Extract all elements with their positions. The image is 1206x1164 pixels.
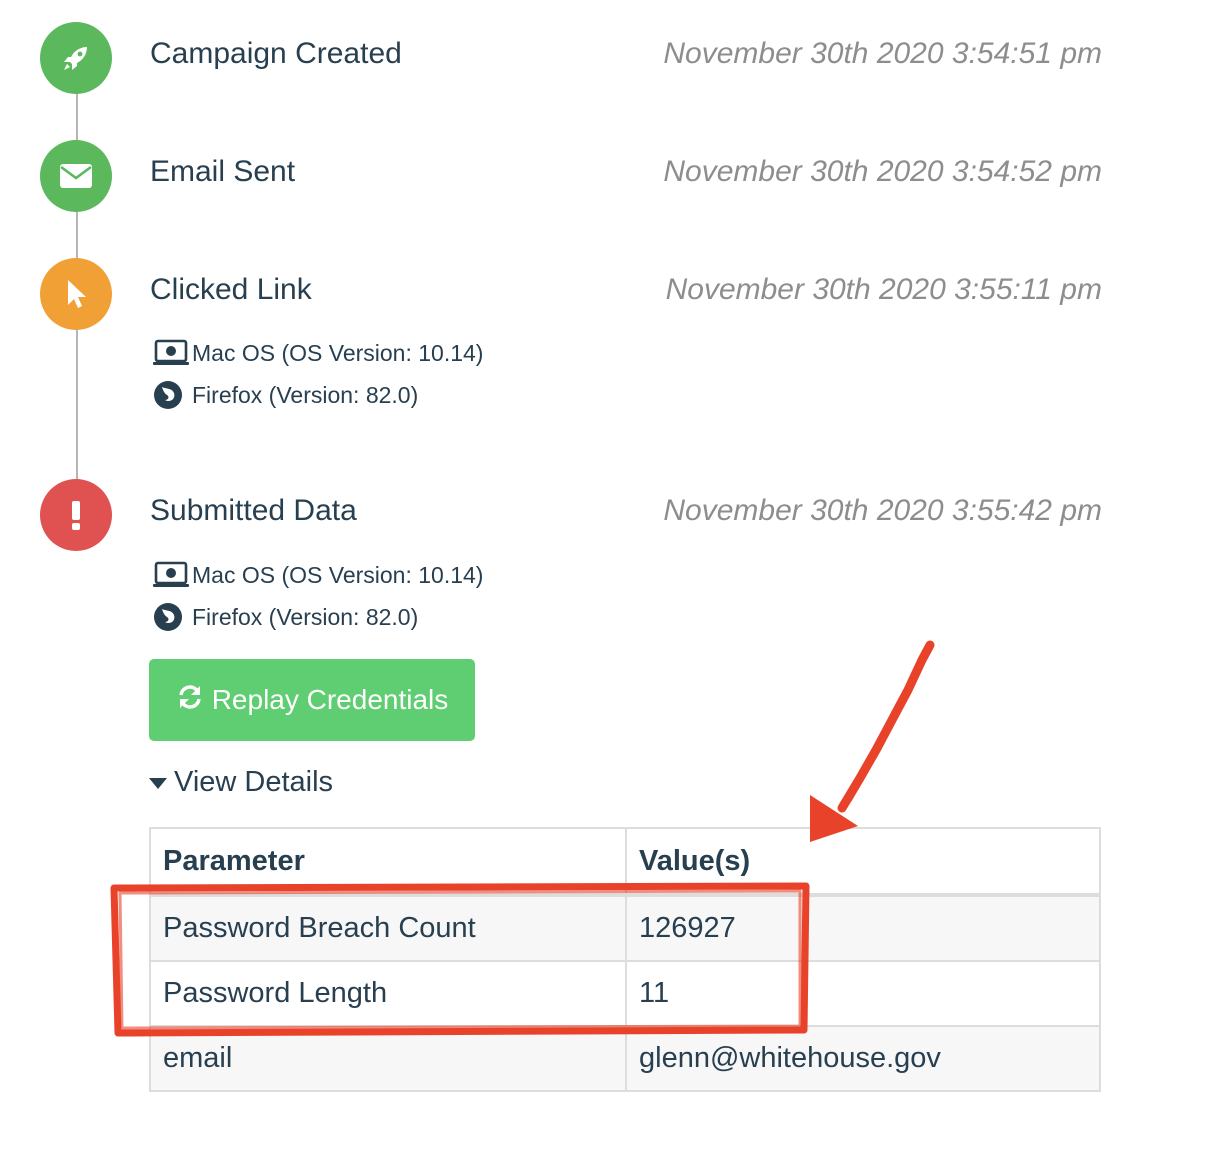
clicked-link-node	[40, 258, 112, 330]
os-label: Mac OS (OS Version: 10.14)	[192, 339, 484, 366]
exclamation-icon	[69, 499, 83, 531]
submitted-data-node	[40, 479, 112, 551]
event-timestamp: November 30th 2020 3:54:52 pm	[663, 155, 1102, 188]
column-header-parameter: Parameter	[149, 827, 627, 897]
caret-down-icon	[149, 778, 167, 789]
campaign-created-node	[40, 22, 112, 94]
cursor-icon	[62, 277, 90, 311]
os-detail: Mac OS (OS Version: 10.14)	[152, 560, 483, 590]
browser-label: Firefox (Version: 82.0)	[192, 381, 419, 408]
event-title: Submitted Data	[150, 494, 357, 527]
browser-label: Firefox (Version: 82.0)	[192, 603, 419, 630]
parameter-cell: email	[149, 1025, 627, 1092]
parameter-cell: Password Breach Count	[149, 894, 627, 962]
value-cell: glenn@whitehouse.gov	[625, 1025, 1101, 1092]
annotation-arrow-shaft	[837, 640, 935, 813]
event-title: Email Sent	[150, 155, 296, 188]
laptop-icon	[152, 560, 192, 590]
refresh-icon	[176, 683, 204, 718]
replay-credentials-button[interactable]: Replay Credentials	[149, 659, 475, 741]
table-row: Password Breach Count 126927	[149, 894, 1101, 962]
event-title: Clicked Link	[150, 273, 312, 306]
firefox-icon	[152, 602, 192, 632]
column-header-values: Value(s)	[625, 827, 1101, 897]
laptop-icon	[152, 338, 192, 368]
table-header-row: Parameter Value(s)	[149, 827, 1101, 897]
view-details-toggle[interactable]: View Details	[149, 766, 333, 799]
firefox-icon	[152, 380, 192, 410]
rocket-icon	[60, 42, 92, 74]
view-details-label: View Details	[174, 766, 334, 798]
envelope-icon	[59, 163, 93, 189]
submitted-data-table: Parameter Value(s) Password Breach Count…	[149, 827, 1101, 1092]
email-sent-node	[40, 140, 112, 212]
event-timestamp: November 30th 2020 3:55:11 pm	[665, 273, 1102, 306]
annotation-arrow-shaft-texture	[848, 650, 927, 802]
event-timestamp: November 30th 2020 3:55:42 pm	[663, 494, 1102, 527]
os-label: Mac OS (OS Version: 10.14)	[192, 561, 484, 588]
replay-credentials-label: Replay Credentials	[211, 684, 449, 715]
table-row: email glenn@whitehouse.gov	[149, 1025, 1101, 1092]
value-cell: 126927	[625, 894, 1101, 962]
table-row: Password Length 11	[149, 960, 1101, 1027]
browser-detail: Firefox (Version: 82.0)	[152, 602, 418, 632]
event-title: Campaign Created	[150, 37, 402, 70]
value-cell: 11	[625, 960, 1101, 1027]
event-timestamp: November 30th 2020 3:54:51 pm	[663, 37, 1102, 70]
parameter-cell: Password Length	[149, 960, 627, 1027]
os-detail: Mac OS (OS Version: 10.14)	[152, 338, 483, 368]
browser-detail: Firefox (Version: 82.0)	[152, 380, 418, 410]
